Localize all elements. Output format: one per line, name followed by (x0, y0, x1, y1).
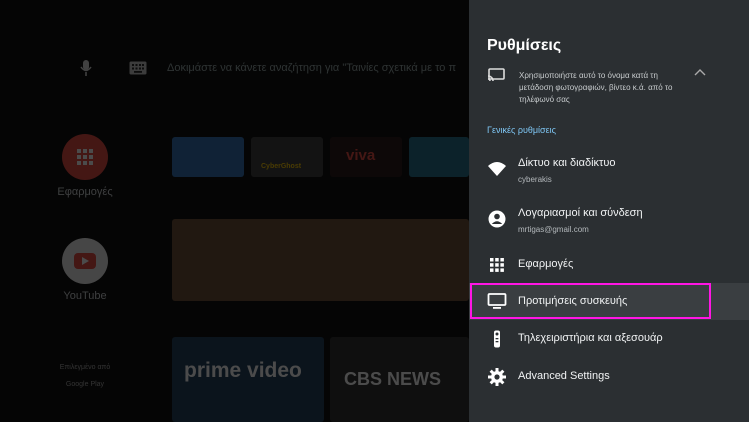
viva-tile[interactable]: viva (330, 137, 402, 177)
device-name-description: Χρησιμοποιήστε αυτό το όνομα κατά τη μετ… (519, 71, 673, 104)
cyberghost-tile[interactable]: CyberGhost (251, 137, 323, 177)
youtube-label: YouTube (63, 290, 107, 302)
apps-label: Εφαρμογές (57, 186, 113, 198)
featured-banner[interactable] (172, 219, 469, 301)
wifi-icon (487, 159, 507, 179)
device-name-row[interactable]: Χρησιμοποιήστε αυτό το όνομα κατά τη μετ… (487, 68, 737, 108)
app-tile-1[interactable] (172, 137, 244, 177)
settings-item-subtitle: mrtigas@gmail.com (518, 225, 589, 234)
youtube-shortcut[interactable] (62, 238, 108, 284)
focus-highlight-outline (470, 283, 711, 319)
settings-title: Ρυθμίσεις (487, 37, 562, 54)
featured-source: Google Play (65, 381, 105, 388)
search-hint: Δοκιμάστε να κάνετε αναζήτηση για "Ταινί… (167, 62, 457, 74)
youtube-icon (74, 253, 96, 269)
settings-item-label: Λογαριασμοί και σύνδεση (518, 207, 643, 219)
cbs-news-tile[interactable]: CBS NEWS (330, 337, 469, 422)
cbs-news-text: CBS NEWS (344, 369, 442, 389)
settings-item-advanced[interactable]: Advanced Settings (469, 358, 749, 395)
viva-text: viva (346, 147, 376, 164)
cyberghost-text: CyberGhost (261, 163, 302, 170)
settings-item-label: Τηλεχειριστήρια και αξεσουάρ (518, 332, 663, 344)
apps-grid-icon (77, 149, 93, 165)
settings-item-label: Εφαρμογές (518, 258, 574, 270)
account-icon (487, 209, 507, 229)
search-bar[interactable]: Δοκιμάστε να κάνετε αναζήτηση για "Ταινί… (75, 56, 469, 80)
prime-video-text: prime video (184, 359, 302, 382)
apps-grid-icon (487, 255, 507, 275)
microphone-icon[interactable] (79, 59, 93, 77)
featured-label: Επιλεγμένο από (59, 364, 111, 371)
home-screen-background: Δοκιμάστε να κάνετε αναζήτηση για "Ταινί… (0, 0, 469, 422)
settings-item-network[interactable]: Δίκτυο και διαδίκτυο cyberakis (469, 151, 749, 188)
apps-shortcut[interactable] (62, 134, 108, 180)
section-general-settings: Γενικές ρυθμίσεις (487, 125, 556, 135)
keyboard-icon[interactable] (129, 61, 147, 75)
remote-icon (487, 329, 507, 349)
app-tile-4[interactable] (409, 137, 469, 177)
settings-item-apps[interactable]: Εφαρμογές (469, 246, 749, 283)
cast-icon (487, 68, 505, 82)
gear-icon (487, 367, 507, 387)
settings-panel: Ρυθμίσεις Χρησιμοποιήστε αυτό το όνομα κ… (469, 0, 749, 422)
chevron-up-icon[interactable] (694, 68, 706, 76)
settings-item-accounts[interactable]: Λογαριασμοί και σύνδεση mrtigas@gmail.co… (469, 201, 749, 238)
prime-video-tile[interactable]: prime video (172, 337, 324, 422)
settings-item-label: Δίκτυο και διαδίκτυο (518, 157, 616, 169)
home-screen-content: Δοκιμάστε να κάνετε αναζήτηση για "Ταινί… (0, 0, 469, 422)
settings-item-remotes[interactable]: Τηλεχειριστήρια και αξεσουάρ (469, 320, 749, 357)
settings-item-subtitle: cyberakis (518, 175, 552, 184)
settings-item-label: Advanced Settings (518, 370, 610, 382)
